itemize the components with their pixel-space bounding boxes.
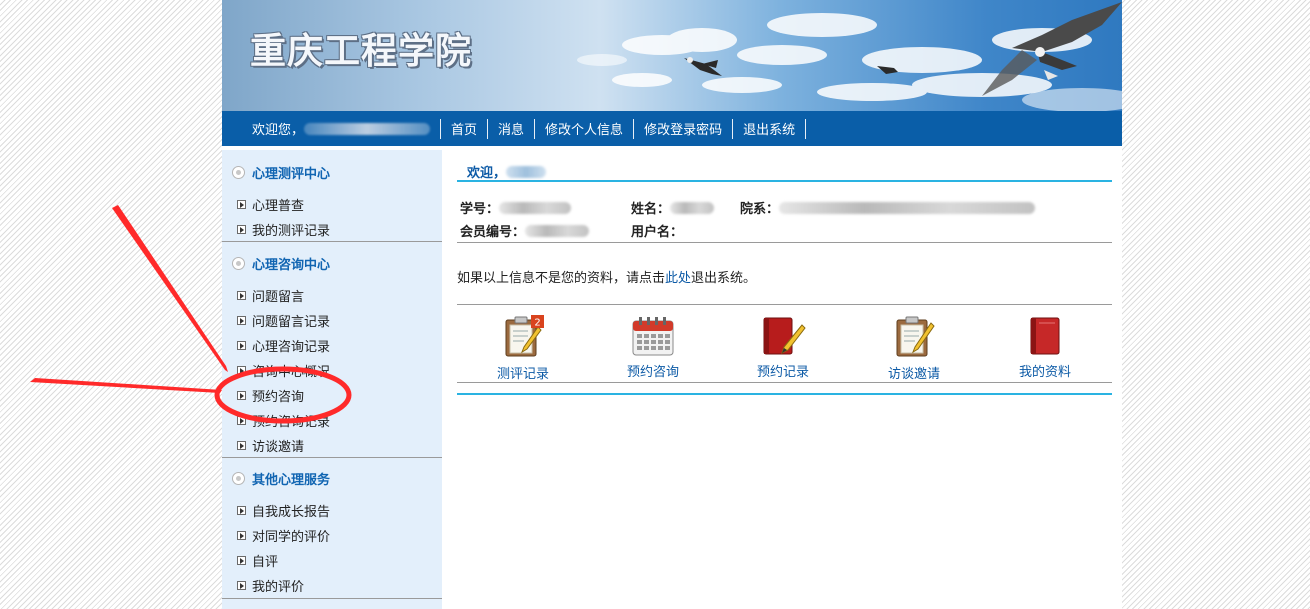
shortcut-label: 预约记录 bbox=[756, 365, 809, 380]
sidebar-section-title: 心理咨询中心 bbox=[222, 243, 442, 283]
clipboard-pencil-icon: 2 bbox=[505, 315, 544, 357]
info-username: 用户名： bbox=[631, 225, 684, 240]
main-welcome: 欢迎， bbox=[467, 162, 547, 181]
sidebar-section-title: 其他心理服务 bbox=[222, 458, 442, 498]
shortcut-interview-invites[interactable]: 访谈邀请 bbox=[859, 315, 969, 382]
sidebar-item-self-evaluation[interactable]: 自评 bbox=[222, 548, 442, 573]
arrow-bullet-icon bbox=[237, 441, 246, 450]
sidebar-item-leave-message[interactable]: 问题留言 bbox=[222, 283, 442, 308]
arrow-bullet-icon bbox=[237, 531, 246, 540]
red-notebook-pencil-icon bbox=[763, 317, 806, 355]
sidebar-item-my-assessments[interactable]: 我的测评记录 bbox=[222, 217, 442, 242]
sidebar-divider bbox=[222, 241, 442, 242]
accent-divider bbox=[457, 393, 1112, 395]
sidebar-item-survey[interactable]: 心理普查 bbox=[222, 192, 442, 217]
nav-divider bbox=[633, 118, 635, 139]
shortcut-book-counseling[interactable]: 预约咨询 bbox=[598, 315, 708, 380]
nav-divider bbox=[805, 118, 807, 139]
logout-here-link[interactable]: 此处 bbox=[665, 271, 691, 286]
accent-divider bbox=[457, 180, 1112, 182]
sidebar-item-book-counseling[interactable]: 预约咨询 bbox=[222, 383, 442, 408]
redacted-user-info bbox=[304, 122, 431, 135]
nav-messages[interactable]: 消息 bbox=[498, 119, 524, 138]
nav-divider bbox=[487, 118, 489, 139]
annotation-arrow-lower bbox=[30, 378, 222, 393]
arrow-bullet-icon bbox=[237, 416, 246, 425]
sidebar-section-assessment: 心理测评中心 心理普查 我的测评记录 bbox=[222, 152, 442, 242]
sidebar-item-peer-evaluation[interactable]: 对同学的评价 bbox=[222, 523, 442, 548]
arrow-bullet-icon bbox=[237, 391, 246, 400]
sidebar-item-growth-report[interactable]: 自我成长报告 bbox=[222, 498, 442, 523]
arrow-bullet-icon bbox=[237, 581, 246, 590]
nav-home[interactable]: 首页 bbox=[451, 119, 477, 138]
page-container: 重庆工程学院 欢迎您， 首页 消息 修改个人信息 修改登录密码 退出系统 心理测… bbox=[222, 0, 1122, 609]
arrow-bullet-icon bbox=[237, 556, 246, 565]
redacted-value bbox=[670, 201, 715, 214]
info-member-no: 会员编号： bbox=[460, 221, 590, 240]
top-nav-bar: 欢迎您， 首页 消息 修改个人信息 修改登录密码 退出系统 bbox=[222, 111, 1122, 146]
nav-welcome-text: 欢迎您， bbox=[252, 123, 305, 138]
arrow-bullet-icon bbox=[237, 366, 246, 375]
arrow-bullet-icon bbox=[237, 341, 246, 350]
nav-change-password[interactable]: 修改登录密码 bbox=[644, 119, 722, 138]
nav-edit-profile[interactable]: 修改个人信息 bbox=[545, 119, 623, 138]
arrow-bullet-icon bbox=[237, 200, 246, 209]
shortcut-booking-records[interactable]: 预约记录 bbox=[728, 315, 838, 380]
header-banner: 重庆工程学院 bbox=[222, 0, 1122, 111]
sidebar-section-title: 心理测评中心 bbox=[222, 152, 442, 192]
arrow-bullet-icon bbox=[237, 316, 246, 325]
sidebar-section-other-services: 其他心理服务 自我成长报告 对同学的评价 自评 我的评价 bbox=[222, 458, 442, 598]
nav-divider bbox=[732, 118, 734, 139]
radio-bullet-icon bbox=[232, 256, 245, 270]
info-department: 院系： bbox=[740, 198, 1036, 217]
arrow-bullet-icon bbox=[237, 506, 246, 515]
shortcut-assessment-records[interactable]: 2 测评记录 bbox=[468, 315, 578, 382]
sidebar: 心理测评中心 心理普查 我的测评记录 心理咨询中心 问题留言 问题留言记录 心理… bbox=[222, 150, 442, 609]
info-divider bbox=[457, 242, 1112, 243]
site-title: 重庆工程学院 bbox=[250, 30, 473, 72]
badge-count-text: 2 bbox=[534, 318, 540, 329]
sidebar-divider bbox=[222, 598, 442, 599]
radio-bullet-icon bbox=[232, 165, 245, 179]
arrow-bullet-icon bbox=[237, 225, 246, 234]
sidebar-item-message-records[interactable]: 问题留言记录 bbox=[222, 308, 442, 333]
calendar-icon bbox=[632, 317, 674, 356]
nav-divider bbox=[440, 118, 442, 139]
info-student-no: 学号： bbox=[460, 198, 572, 217]
nav-logout[interactable]: 退出系统 bbox=[743, 119, 795, 138]
sidebar-item-booking-records[interactable]: 预约咨询记录 bbox=[222, 408, 442, 433]
shortcuts-top-divider bbox=[457, 304, 1112, 305]
sidebar-item-counseling-records[interactable]: 心理咨询记录 bbox=[222, 333, 442, 358]
sidebar-item-my-evaluations[interactable]: 我的评价 bbox=[222, 573, 442, 598]
identity-note: 如果以上信息不是您的资料，请点击此处退出系统。 bbox=[457, 271, 757, 286]
shortcuts-bottom-divider bbox=[457, 382, 1112, 383]
redacted-value bbox=[499, 201, 572, 214]
nav-welcome: 欢迎您， bbox=[252, 119, 431, 138]
info-name: 姓名： bbox=[631, 198, 715, 217]
red-book-icon bbox=[1030, 317, 1060, 355]
redacted-value bbox=[525, 224, 590, 237]
redacted-username bbox=[506, 165, 547, 178]
sidebar-section-counseling: 心理咨询中心 问题留言 问题留言记录 心理咨询记录 咨询中心概况 预约咨询 预约… bbox=[222, 243, 442, 458]
shortcut-label: 测评记录 bbox=[496, 367, 549, 382]
arrow-bullet-icon bbox=[237, 291, 246, 300]
sidebar-item-interview-invites[interactable]: 访谈邀请 bbox=[222, 433, 442, 458]
radio-bullet-icon bbox=[232, 471, 245, 485]
nav-divider bbox=[534, 118, 536, 139]
shortcut-label: 我的资料 bbox=[1018, 365, 1071, 380]
shortcut-label: 访谈邀请 bbox=[887, 367, 940, 382]
shortcut-my-profile[interactable]: 我的资料 bbox=[990, 315, 1100, 380]
clipboard-pencil-icon bbox=[896, 316, 935, 357]
annotation-arrow-upper bbox=[112, 205, 228, 372]
redacted-value bbox=[779, 201, 1036, 214]
shortcut-label: 预约咨询 bbox=[626, 365, 679, 380]
sidebar-item-center-overview[interactable]: 咨询中心概况 bbox=[222, 358, 442, 383]
